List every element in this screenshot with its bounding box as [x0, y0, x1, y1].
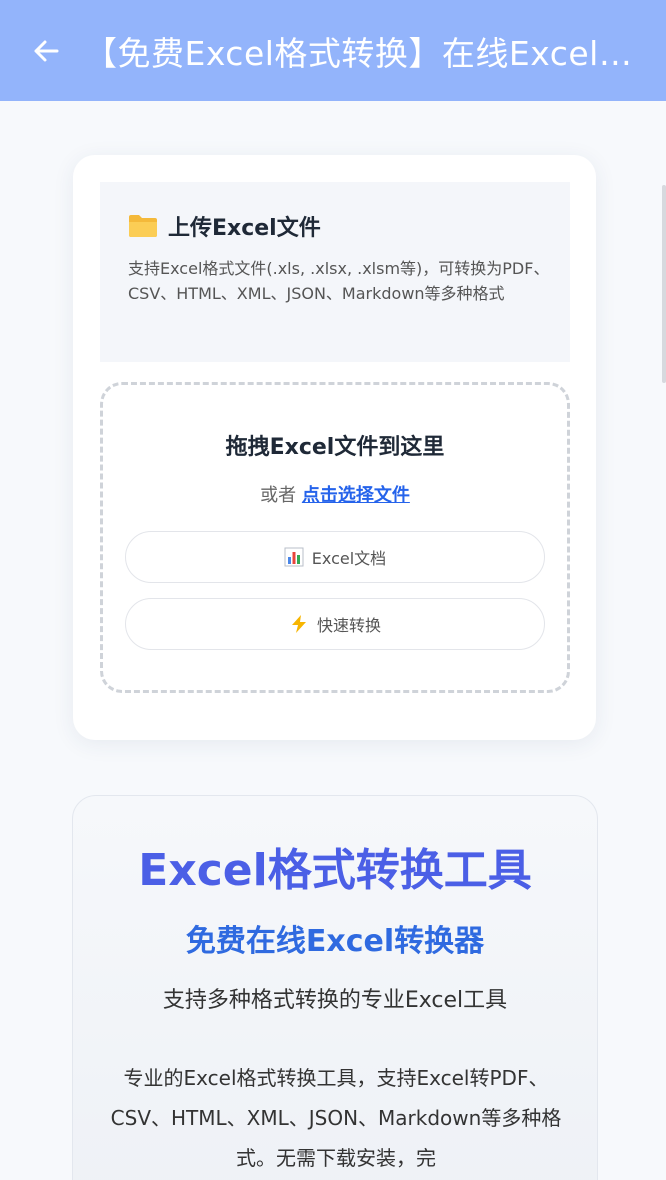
hero-tagline: 支持多种格式转换的专业Excel工具: [162, 988, 508, 1013]
back-button[interactable]: [22, 27, 70, 75]
upload-header: 上传Excel文件 支持Excel格式文件(.xls, .xlsx, .xlsm…: [100, 182, 570, 362]
upload-description: 支持Excel格式文件(.xls, .xlsx, .xlsm等)，可转换为PDF…: [128, 259, 550, 303]
file-dropzone[interactable]: 拖拽Excel文件到这里 或者 点击选择文件 Excel文档 快速转换: [100, 382, 570, 693]
hero-subtitle: 免费在线Excel转换器: [185, 924, 485, 959]
hero-description: 专业的Excel格式转换工具，支持Excel转PDF、CSV、HTML、XML、…: [110, 1066, 562, 1170]
arrow-left-icon: [34, 40, 59, 61]
excel-document-label: Excel文档: [311, 549, 387, 568]
intro-card: Excel格式转换工具 免费在线Excel转换器 支持多种格式转换的专业Exce…: [72, 795, 598, 1180]
hero-title: Excel格式转换工具: [138, 845, 532, 896]
upload-card: 上传Excel文件 支持Excel格式文件(.xls, .xlsx, .xlsm…: [73, 155, 596, 740]
fast-convert-label: 快速转换: [316, 616, 381, 635]
choose-file-link[interactable]: 点击选择文件: [302, 485, 410, 506]
folder-icon: [129, 215, 157, 237]
fast-convert-pill: 快速转换: [125, 598, 545, 650]
scrollbar[interactable]: [662, 185, 666, 383]
lightning-icon: [291, 615, 306, 633]
or-text: 或者: [260, 485, 297, 506]
app-bar: 【免费Excel格式转换】在线Excel格式转换工具: [0, 0, 666, 101]
excel-document-pill: Excel文档: [125, 531, 545, 583]
dropzone-subtext: 或者 点击选择文件: [103, 481, 567, 507]
dropzone-title: 拖拽Excel文件到这里: [225, 435, 445, 460]
upload-title: 上传Excel文件: [168, 216, 321, 241]
bar-chart-icon: [284, 547, 304, 567]
page-title: 【免费Excel格式转换】在线Excel格式转换工具: [84, 33, 654, 73]
upload-title-row: 上传Excel文件: [128, 208, 570, 244]
